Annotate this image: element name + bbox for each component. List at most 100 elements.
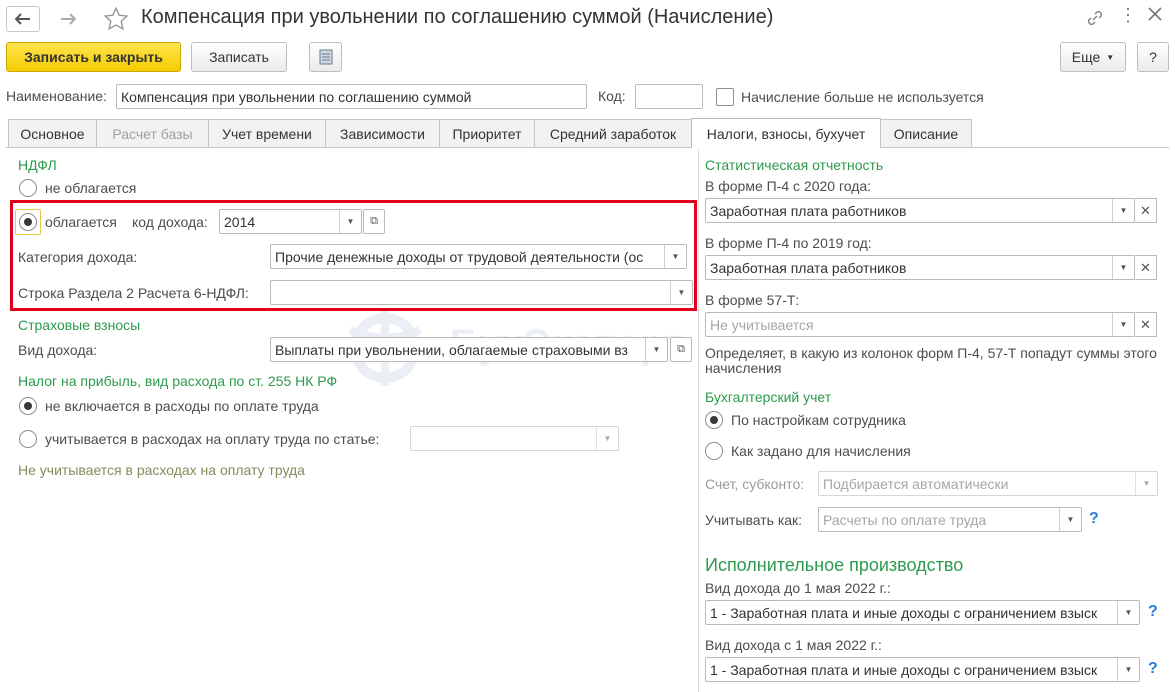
ndfl-not-taxed-label: не облагается — [45, 180, 137, 196]
account-as-label: Учитывать как: — [705, 512, 803, 528]
insurance-income-type-select[interactable]: Выплаты при увольнении, облагаемые страх… — [270, 337, 668, 362]
clear-icon: ✕ — [1140, 316, 1151, 332]
accounting-section-title: Бухгалтерский учет — [705, 389, 832, 405]
income-code-select[interactable]: 2014 ▼ — [219, 209, 362, 234]
help-question-icon[interactable]: ? — [1148, 660, 1158, 678]
enforcement-before-select[interactable]: 1 - Заработная плата и иные доходы с огр… — [705, 600, 1140, 625]
income-category-label: Категория дохода: — [18, 249, 138, 265]
account-as-select[interactable]: Расчеты по оплате труда ▼ — [818, 507, 1082, 532]
chevron-down-icon[interactable]: ▼ — [1112, 199, 1134, 222]
income-code-label: код дохода: — [132, 214, 208, 230]
forward-button[interactable] — [51, 6, 85, 32]
more-vertical-icon[interactable]: ⋮ — [1119, 5, 1137, 26]
document-icon — [319, 49, 332, 65]
code-label: Код: — [598, 88, 626, 104]
tab-dependencies[interactable]: Зависимости — [325, 119, 440, 147]
chevron-down-icon: ▼ — [1106, 52, 1115, 62]
tab-description[interactable]: Описание — [880, 119, 972, 147]
accounting-employee-settings-label: По настройкам сотрудника — [731, 412, 906, 428]
accounting-custom-label: Как задано для начисления — [731, 443, 911, 459]
chevron-down-icon[interactable]: ▼ — [1135, 472, 1157, 495]
f57-select[interactable]: Не учитывается ▼ — [705, 312, 1135, 337]
profit-tax-note: Не учитывается в расходах на оплату труд… — [18, 462, 305, 478]
ndfl-section-title: НДФЛ — [18, 157, 57, 173]
save-button[interactable]: Записать — [191, 42, 287, 72]
name-input[interactable]: Компенсация при увольнении по соглашению… — [116, 84, 587, 109]
chevron-down-icon[interactable]: ▼ — [1059, 508, 1081, 531]
chevron-down-icon[interactable]: ▼ — [339, 210, 361, 233]
tab-divider — [6, 147, 1169, 148]
tab-main[interactable]: Основное — [8, 119, 97, 147]
profit-included-label: учитывается в расходах на оплату труда п… — [45, 431, 380, 447]
help-question-icon[interactable]: ? — [1148, 603, 1158, 621]
enforcement-after-label: Вид дохода с 1 мая 2022 г.: — [705, 637, 882, 653]
chevron-down-icon[interactable]: ▼ — [1112, 313, 1134, 336]
open-window-icon: ⧉ — [677, 343, 685, 355]
stats-section-title: Статистическая отчетность — [705, 157, 884, 173]
p4-2020-label: В форме П-4 с 2020 года: — [705, 178, 872, 194]
p4-2020-select[interactable]: Заработная плата работников ▼ — [705, 198, 1135, 223]
window-title: Компенсация при увольнении по соглашению… — [141, 6, 774, 28]
chevron-down-icon[interactable]: ▼ — [1112, 256, 1134, 279]
more-label: Еще — [1071, 49, 1101, 65]
chevron-down-icon[interactable]: ▼ — [664, 245, 686, 268]
document-list-button[interactable] — [309, 42, 342, 72]
clear-p4-2020-button[interactable]: ✕ — [1135, 198, 1157, 223]
column-divider — [698, 150, 699, 692]
open-income-code-button[interactable]: ⧉ — [363, 209, 385, 234]
p4-2019-select[interactable]: Заработная плата работников ▼ — [705, 255, 1135, 280]
unused-label: Начисление больше не используется — [741, 89, 984, 105]
clear-icon: ✕ — [1140, 202, 1151, 218]
account-select[interactable]: Подбирается автоматически ▼ — [818, 471, 1158, 496]
6ndfl-line-label: Строка Раздела 2 Расчета 6-НДФЛ: — [18, 285, 249, 301]
stats-note: Определяет, в какую из колонок форм П-4,… — [705, 345, 1157, 376]
profit-included-radio[interactable] — [19, 430, 37, 448]
favorite-star-icon[interactable] — [103, 6, 129, 35]
tab-base-calc[interactable]: Расчет базы — [96, 119, 209, 147]
tab-average-earnings[interactable]: Средний заработок — [534, 119, 692, 147]
chevron-down-icon[interactable]: ▼ — [670, 281, 692, 304]
tab-taxes[interactable]: Налоги, взносы, бухучет — [691, 118, 881, 148]
ndfl-not-taxed-radio[interactable] — [19, 179, 37, 197]
profit-not-included-radio[interactable] — [19, 397, 37, 415]
arrow-right-icon — [61, 13, 76, 25]
profit-not-included-label: не включается в расходы по оплате труда — [45, 398, 319, 414]
clear-icon: ✕ — [1140, 259, 1151, 275]
help-button[interactable]: ? — [1137, 42, 1169, 72]
accounting-custom-radio[interactable] — [705, 442, 723, 460]
tab-priority[interactable]: Приоритет — [439, 119, 535, 147]
6ndfl-line-select[interactable]: ▼ — [270, 280, 693, 305]
enforcement-after-select[interactable]: 1 - Заработная плата и иные доходы с огр… — [705, 657, 1140, 682]
ndfl-taxed-radio[interactable] — [19, 213, 37, 231]
p4-2019-label: В форме П-4 по 2019 год: — [705, 235, 872, 251]
help-question-icon[interactable]: ? — [1089, 510, 1099, 528]
open-insurance-type-button[interactable]: ⧉ — [670, 337, 692, 362]
close-icon[interactable] — [1147, 6, 1163, 25]
name-label: Наименование: — [6, 88, 107, 104]
profit-tax-section-title: Налог на прибыль, вид расхода по ст. 255… — [18, 373, 338, 389]
link-icon[interactable] — [1086, 9, 1104, 30]
tab-time-accounting[interactable]: Учет времени — [208, 119, 326, 147]
income-category-select[interactable]: Прочие денежные доходы от трудовой деяте… — [270, 244, 687, 269]
insurance-income-type-label: Вид дохода: — [18, 342, 98, 358]
open-window-icon: ⧉ — [370, 215, 378, 227]
ndfl-taxed-label: облагается — [45, 214, 117, 230]
enforcement-section-title: Исполнительное производство — [705, 555, 964, 575]
chevron-down-icon[interactable]: ▼ — [596, 427, 618, 450]
back-button[interactable] — [6, 6, 40, 32]
clear-p4-2019-button[interactable]: ✕ — [1135, 255, 1157, 280]
unused-checkbox[interactable] — [716, 88, 734, 106]
code-input[interactable] — [635, 84, 703, 109]
insurance-section-title: Страховые взносы — [18, 317, 141, 333]
chevron-down-icon[interactable]: ▼ — [645, 338, 667, 361]
save-and-close-button[interactable]: Записать и закрыть — [6, 42, 181, 72]
more-menu-button[interactable]: Еще ▼ — [1060, 42, 1126, 72]
profit-article-select[interactable]: ▼ — [410, 426, 619, 451]
accounting-employee-settings-radio[interactable] — [705, 411, 723, 429]
f57-label: В форме 57-Т: — [705, 292, 800, 308]
clear-f57-button[interactable]: ✕ — [1135, 312, 1157, 337]
chevron-down-icon[interactable]: ▼ — [1117, 601, 1139, 624]
account-label: Счет, субконто: — [705, 476, 805, 492]
chevron-down-icon[interactable]: ▼ — [1117, 658, 1139, 681]
enforcement-before-label: Вид дохода до 1 мая 2022 г.: — [705, 580, 891, 596]
